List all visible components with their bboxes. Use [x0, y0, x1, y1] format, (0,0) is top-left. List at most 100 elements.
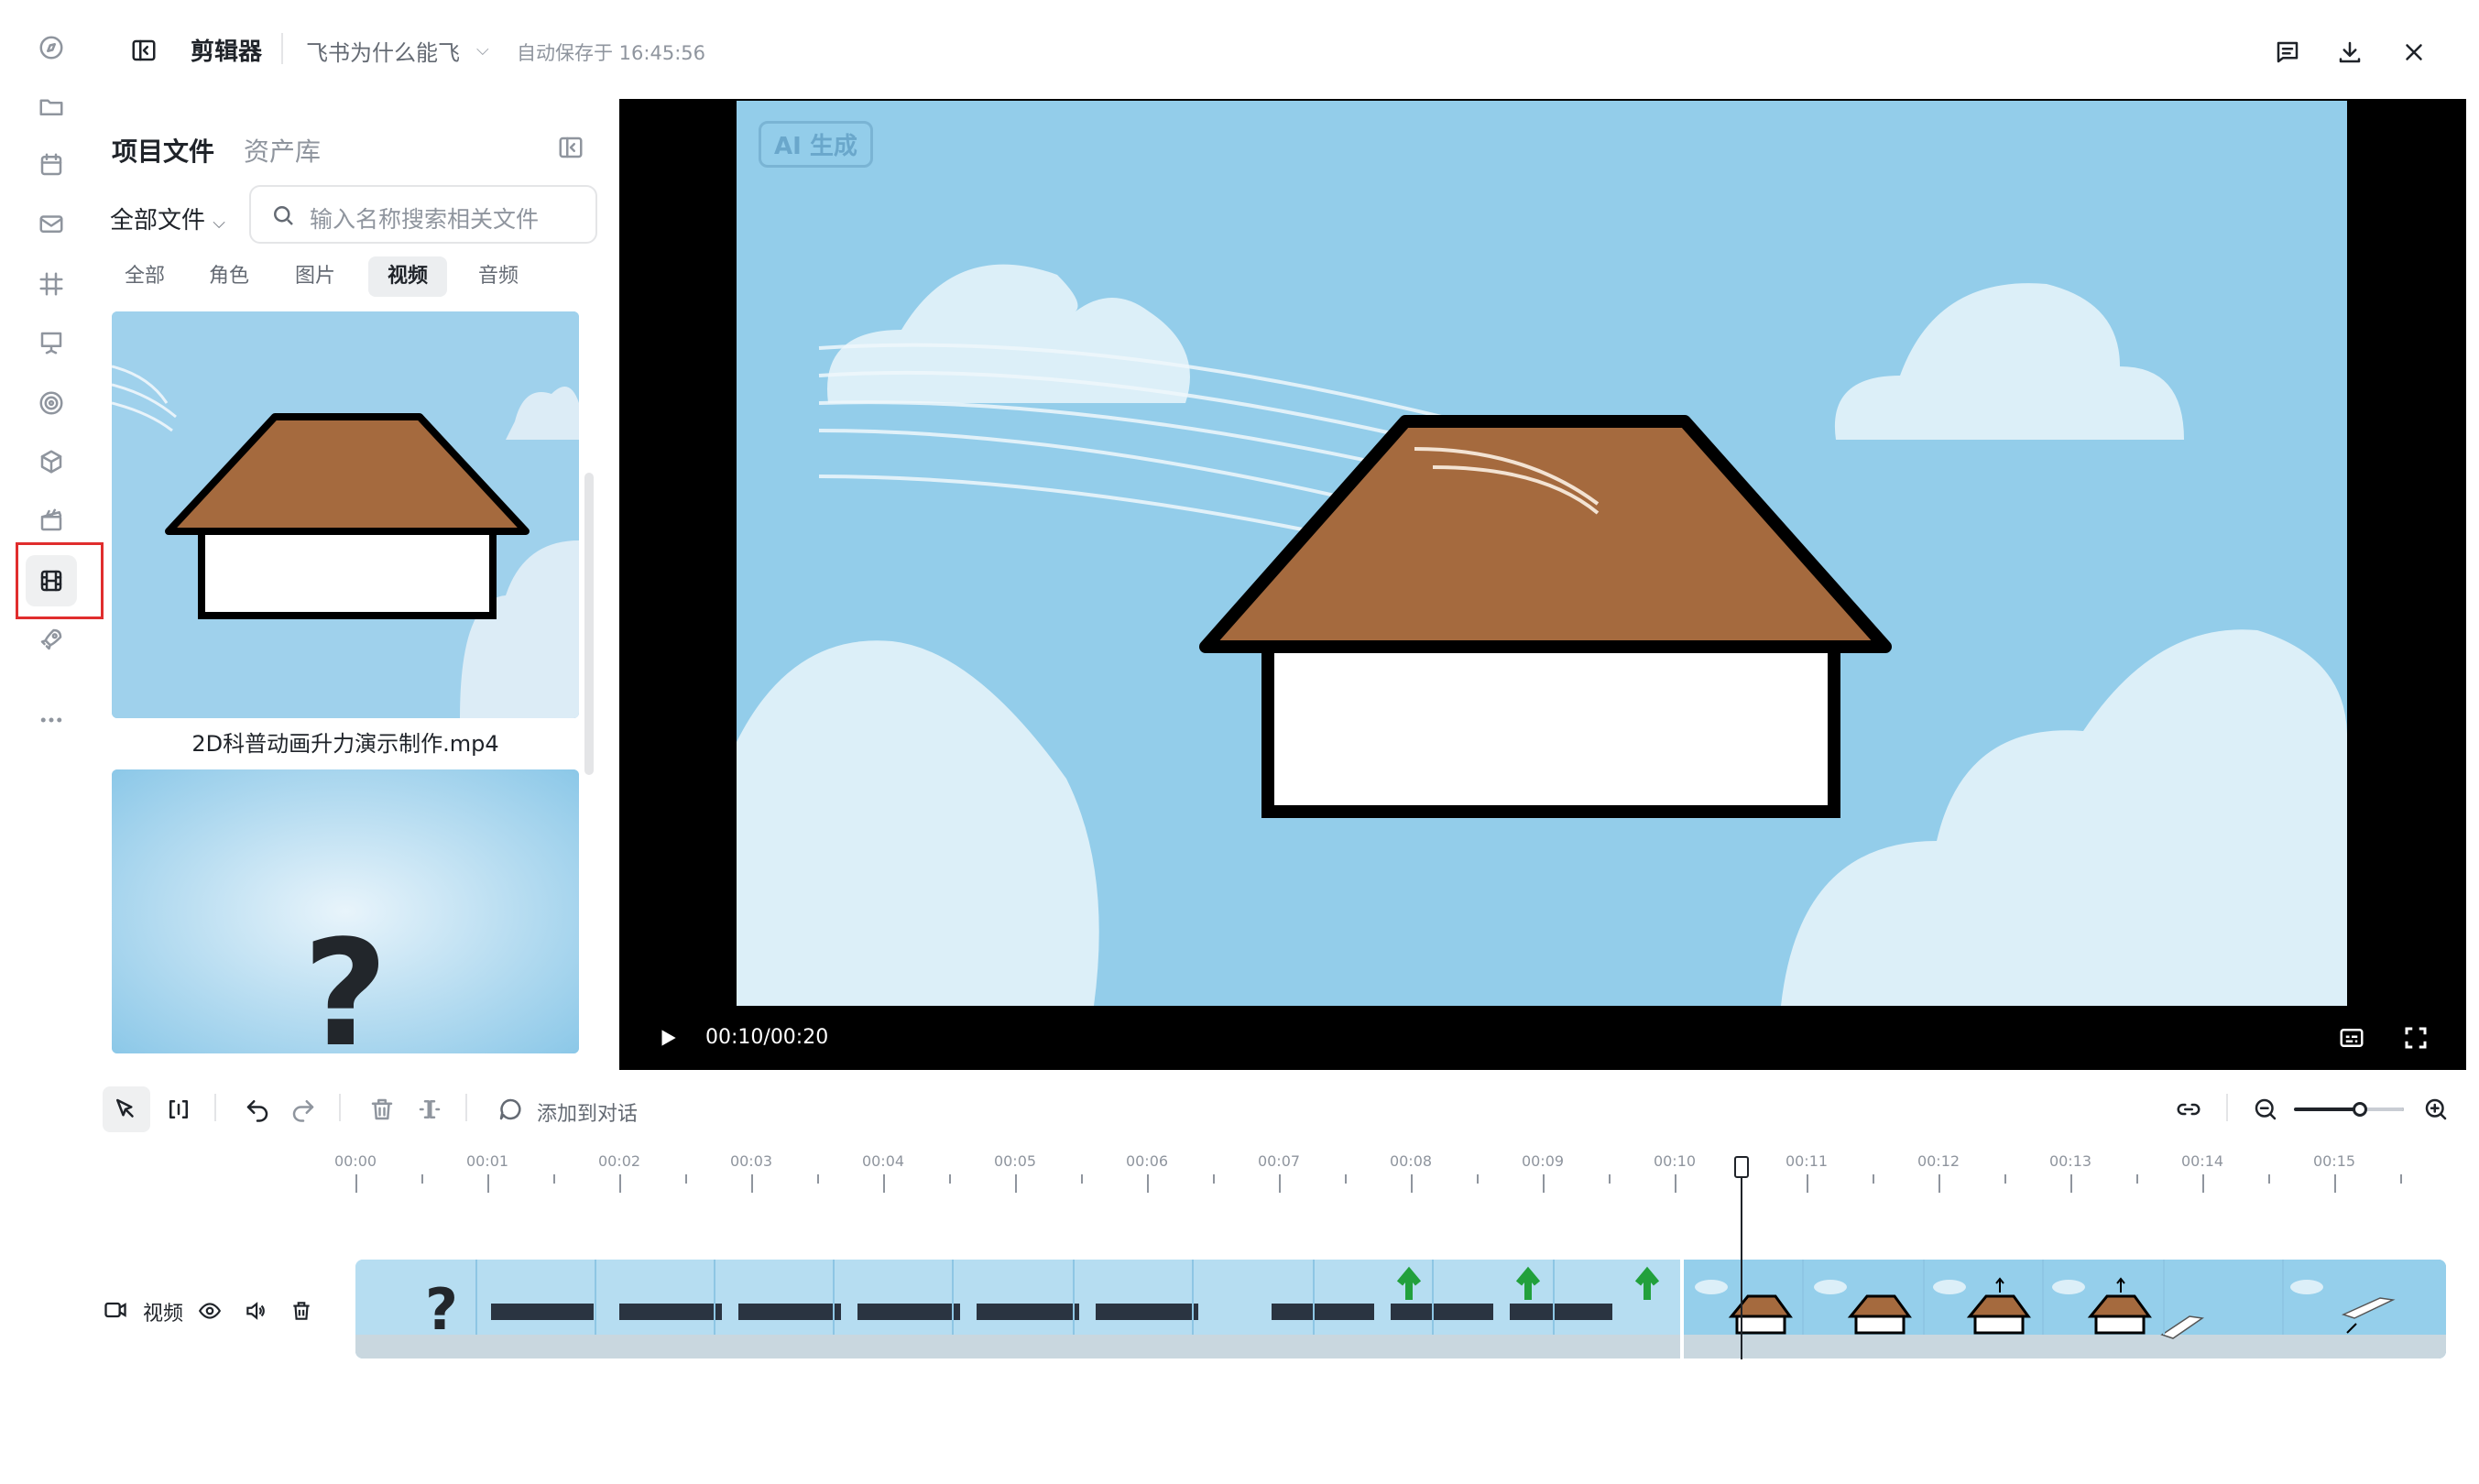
ai-watermark: AI 生成 — [759, 121, 873, 168]
playhead[interactable] — [1732, 1156, 1751, 1359]
ruler-tick-label: 00:09 — [1521, 1152, 1565, 1170]
ruler-minor-tick — [1873, 1174, 1874, 1184]
chat-bubble-icon[interactable] — [497, 1096, 524, 1127]
rocket-icon[interactable] — [26, 614, 77, 665]
volume-icon[interactable] — [244, 1299, 268, 1323]
zoom-slider[interactable] — [2294, 1102, 2404, 1117]
ruler-tick — [883, 1174, 885, 1193]
delete-icon[interactable] — [368, 1096, 396, 1127]
ruler-tick — [1279, 1174, 1281, 1193]
collapse-sidebar-icon[interactable] — [130, 37, 158, 68]
ruler-tick — [1675, 1174, 1676, 1193]
target-icon[interactable] — [26, 377, 77, 429]
add-to-chat-button[interactable]: 添加到对话 — [537, 1097, 638, 1127]
delete-track-icon[interactable] — [289, 1299, 313, 1323]
clip-house[interactable] — [1684, 1260, 2446, 1359]
file-filter-dropdown[interactable]: 全部文件 ⌵ — [110, 202, 225, 235]
ruler-minor-tick — [685, 1174, 687, 1184]
search-input[interactable]: 输入名称搜索相关文件 — [249, 185, 597, 244]
chip-video[interactable]: 视频 — [368, 256, 447, 297]
play-icon[interactable] — [656, 1026, 680, 1050]
video-thumbnail[interactable] — [112, 311, 579, 718]
ruler-tick-label: 00:07 — [1257, 1152, 1301, 1170]
divider — [281, 33, 283, 64]
svg-text:?: ? — [303, 908, 388, 1053]
zoom-slider-handle[interactable] — [2353, 1102, 2367, 1117]
top-bar: 剪辑器 飞书为什么能飞 ⌵ 自动保存于 16:45:56 — [103, 0, 2479, 101]
ruler-minor-tick — [421, 1174, 423, 1184]
chip-character[interactable]: 角色 — [196, 256, 262, 297]
divider — [339, 1094, 341, 1121]
playhead-handle[interactable] — [1734, 1156, 1749, 1178]
clip-house-frames — [1684, 1260, 2446, 1359]
ruler-tick — [2202, 1174, 2204, 1193]
comment-icon[interactable] — [2274, 38, 2301, 70]
mail-icon[interactable] — [26, 198, 77, 249]
zoom-out-icon[interactable] — [2252, 1096, 2279, 1127]
split-tool-icon[interactable] — [165, 1096, 192, 1127]
ruler-minor-tick — [2268, 1174, 2270, 1184]
more-icon[interactable] — [26, 694, 77, 746]
video-player[interactable]: AI 生成 00:10/00:20 — [619, 99, 2466, 1070]
ruler-tick — [1543, 1174, 1545, 1193]
ruler-tick — [1147, 1174, 1149, 1193]
playback-time: 00:10/00:20 — [705, 1026, 829, 1049]
collapse-panel-icon[interactable] — [557, 134, 584, 165]
redo-icon[interactable] — [289, 1096, 317, 1127]
file-panel: 项目文件 资产库 全部文件 ⌵ 输入名称搜索相关文件 全部 角色 图片 视频 音… — [103, 101, 610, 1053]
ruler-tick — [1807, 1174, 1808, 1193]
folder-icon[interactable] — [26, 81, 77, 132]
tab-asset-library[interactable]: 资产库 — [244, 132, 321, 169]
playhead-line — [1741, 1178, 1742, 1359]
ruler-tick-label: 00:13 — [2048, 1152, 2092, 1170]
presentation-icon[interactable] — [26, 317, 77, 368]
eye-icon[interactable] — [198, 1299, 222, 1323]
chip-audio[interactable]: 音频 — [465, 256, 531, 297]
ruler-minor-tick — [2004, 1174, 2006, 1184]
camera-icon — [104, 1302, 126, 1318]
video-track[interactable]: ? — [355, 1260, 2446, 1359]
grid-hash-icon[interactable] — [26, 258, 77, 310]
zoom-in-icon[interactable] — [2422, 1096, 2450, 1127]
ruler-tick — [1411, 1174, 1413, 1193]
cube-icon[interactable] — [26, 436, 77, 487]
ruler-tick-label: 00:00 — [333, 1152, 377, 1170]
chip-image[interactable]: 图片 — [282, 256, 348, 297]
question-thumbnail-image: ? — [112, 769, 579, 1053]
close-icon[interactable] — [2400, 38, 2428, 70]
divider — [2226, 1094, 2228, 1121]
ruler-minor-tick — [2136, 1174, 2138, 1184]
panel-scrollbar[interactable] — [584, 473, 594, 775]
filter-label: 全部文件 — [110, 207, 206, 235]
subtitle-icon[interactable] — [2338, 1024, 2365, 1052]
player-controls: 00:10/00:20 — [619, 1006, 2466, 1070]
trim-icon[interactable] — [416, 1096, 443, 1127]
project-name[interactable]: 飞书为什么能飞 — [306, 35, 460, 67]
ruler-minor-tick — [949, 1174, 951, 1184]
clip-question[interactable]: ? — [355, 1260, 1680, 1359]
compass-icon[interactable] — [26, 22, 77, 73]
fullscreen-icon[interactable] — [2402, 1024, 2430, 1052]
clapper-icon[interactable] — [26, 495, 77, 546]
ruler-tick — [2334, 1174, 2336, 1193]
undo-icon[interactable] — [244, 1096, 271, 1127]
link-icon[interactable] — [2175, 1096, 2202, 1127]
chevron-down-icon[interactable]: ⌵ — [476, 40, 489, 60]
tab-project-files[interactable]: 项目文件 — [112, 132, 214, 169]
select-tool-icon[interactable] — [103, 1086, 150, 1132]
chip-all[interactable]: 全部 — [112, 256, 178, 297]
timeline-ruler[interactable]: 00:00 00:01 00:02 00:03 00:04 00:05 00:06 00:07… — [334, 1152, 2446, 1207]
video-thumbnail-2[interactable]: ? — [112, 769, 579, 1053]
ruler-minor-tick — [1477, 1174, 1479, 1184]
ruler-tick — [487, 1174, 489, 1193]
ruler-tick-label: 00:02 — [597, 1152, 641, 1170]
ruler-tick-label: 00:15 — [2312, 1152, 2356, 1170]
track-header: 视频 — [103, 1292, 350, 1328]
ruler-minor-tick — [2400, 1174, 2402, 1184]
ruler-tick-label: 00:01 — [465, 1152, 509, 1170]
ruler-tick — [2070, 1174, 2072, 1193]
ruler-tick-label: 00:08 — [1389, 1152, 1433, 1170]
calendar-icon[interactable] — [26, 139, 77, 191]
ruler-minor-tick — [553, 1174, 555, 1184]
download-icon[interactable] — [2336, 38, 2364, 70]
